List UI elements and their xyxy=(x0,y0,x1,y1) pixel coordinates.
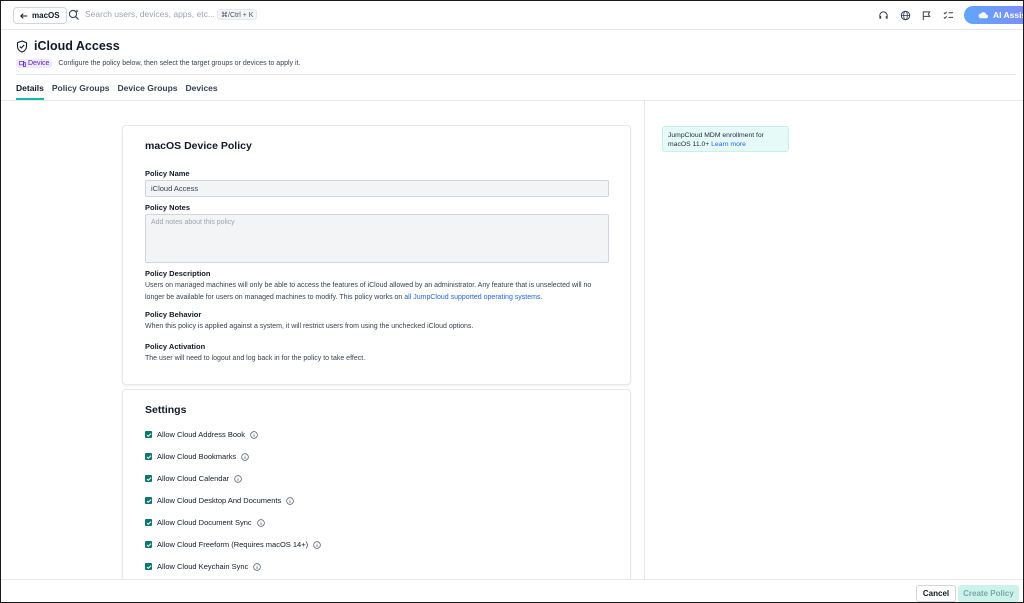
info-icon[interactable] xyxy=(256,518,265,527)
settings-option[interactable]: Allow Cloud Desktop And Documents xyxy=(145,496,294,505)
policy-description-label: Policy Description xyxy=(145,269,211,278)
policy-name-input[interactable] xyxy=(145,180,609,197)
ai-assist-label: AI Assist xyxy=(993,10,1023,20)
policy-card-title: macOS Device Policy xyxy=(145,140,252,152)
tab-devices[interactable]: Devices xyxy=(186,83,218,100)
policy-details-card: macOS Device Policy Policy Name Policy N… xyxy=(122,125,631,385)
policy-behavior-text: When this policy is applied against a sy… xyxy=(145,323,474,330)
tab-device-groups[interactable]: Device Groups xyxy=(118,83,178,100)
headset-icon[interactable] xyxy=(877,9,890,22)
page-subtitle: Configure the policy below, then select … xyxy=(58,60,301,67)
create-policy-button[interactable]: Create Policy xyxy=(958,585,1019,602)
policy-notes-textarea[interactable] xyxy=(145,214,609,263)
policy-activation-text: The user will need to logout and log bac… xyxy=(145,355,366,362)
info-icon[interactable] xyxy=(241,452,249,461)
supported-os-link[interactable]: all JumpCloud supported operating system… xyxy=(404,294,540,301)
device-icon xyxy=(19,60,26,67)
settings-option-label: Allow Cloud Document Sync xyxy=(157,518,252,527)
page-header: iCloud Access xyxy=(16,39,120,53)
settings-option-label: Allow Cloud Freeform (Requires macOS 14+… xyxy=(157,540,309,549)
footer-bar: Cancel Create Policy xyxy=(1,579,1023,602)
search-icon xyxy=(68,9,79,20)
info-icon[interactable] xyxy=(253,562,262,571)
cancel-button[interactable]: Cancel xyxy=(916,585,956,602)
page-subtitle-row: Device Configure the policy below, then … xyxy=(16,59,300,68)
settings-option[interactable]: Allow Cloud Address Book xyxy=(145,430,258,439)
policy-description-end: . xyxy=(540,293,543,301)
policy-name-label: Policy Name xyxy=(145,169,190,178)
settings-option[interactable]: Allow Cloud Calendar xyxy=(145,474,242,483)
checkbox-checked[interactable] xyxy=(145,563,152,570)
info-icon[interactable] xyxy=(313,540,321,549)
flag-icon[interactable] xyxy=(920,9,933,22)
policy-notes-label: Policy Notes xyxy=(145,203,191,212)
policy-description-text: Users on managed machines will only be a… xyxy=(145,280,611,303)
back-button[interactable]: macOS xyxy=(13,7,67,24)
back-button-label: macOS xyxy=(32,11,60,20)
checkbox-checked[interactable] xyxy=(145,541,152,548)
learn-more-link[interactable]: Learn more xyxy=(711,141,746,148)
info-icon[interactable] xyxy=(286,496,294,505)
header-divider xyxy=(16,74,1016,75)
device-badge-label: Device xyxy=(28,60,50,67)
sparkle-cloud-icon xyxy=(978,12,989,19)
page-title: iCloud Access xyxy=(34,39,120,53)
checkbox-checked[interactable] xyxy=(145,519,152,526)
settings-option-label: Allow Cloud Desktop And Documents xyxy=(157,496,282,505)
globe-icon[interactable] xyxy=(899,9,912,22)
tabs-divider xyxy=(1,100,1023,101)
checkbox-checked[interactable] xyxy=(145,431,152,438)
app-window: macOS ⌘/Ctrl + K AI Assist iCloud Access… xyxy=(0,0,1024,603)
ai-assist-button[interactable]: AI Assist xyxy=(964,6,1023,24)
settings-option-label: Allow Cloud Keychain Sync xyxy=(157,562,249,571)
settings-option[interactable]: Allow Cloud Keychain Sync xyxy=(145,562,262,571)
settings-option-label: Allow Cloud Address Book xyxy=(157,430,245,439)
settings-option[interactable]: Allow Cloud Freeform (Requires macOS 14+… xyxy=(145,540,321,549)
shield-check-icon xyxy=(16,39,28,53)
settings-option-label: Allow Cloud Bookmarks xyxy=(157,452,237,461)
info-icon[interactable] xyxy=(234,474,242,483)
content-divider xyxy=(644,101,645,579)
settings-option[interactable]: Allow Cloud Document Sync xyxy=(145,518,265,527)
policy-behavior-label: Policy Behavior xyxy=(145,310,202,319)
checkbox-checked[interactable] xyxy=(145,453,152,460)
settings-title: Settings xyxy=(145,404,187,416)
settings-option-label: Allow Cloud Calendar xyxy=(157,474,230,483)
policy-activation-label: Policy Activation xyxy=(145,342,206,351)
tasks-icon[interactable] xyxy=(942,9,955,22)
arrow-left-icon xyxy=(20,12,28,19)
checkbox-checked[interactable] xyxy=(145,475,152,482)
settings-card: Settings Allow Cloud Address Book Allow C… xyxy=(122,389,631,589)
search-shortcut: ⌘/Ctrl + K xyxy=(217,9,258,20)
device-badge: Device xyxy=(16,59,53,68)
search-input[interactable] xyxy=(85,9,215,19)
checkbox-checked[interactable] xyxy=(145,497,152,504)
settings-option[interactable]: Allow Cloud Bookmarks xyxy=(145,452,249,461)
info-icon[interactable] xyxy=(250,430,258,439)
tab-bar: Details Policy Groups Device Groups Devi… xyxy=(16,83,218,100)
tab-details[interactable]: Details xyxy=(16,83,44,100)
tab-policy-groups[interactable]: Policy Groups xyxy=(52,83,110,100)
mdm-info-box: JumpCloud MDM enrollment for macOS 11.0+… xyxy=(662,126,789,152)
top-bar: macOS ⌘/Ctrl + K AI Assist xyxy=(1,1,1023,30)
